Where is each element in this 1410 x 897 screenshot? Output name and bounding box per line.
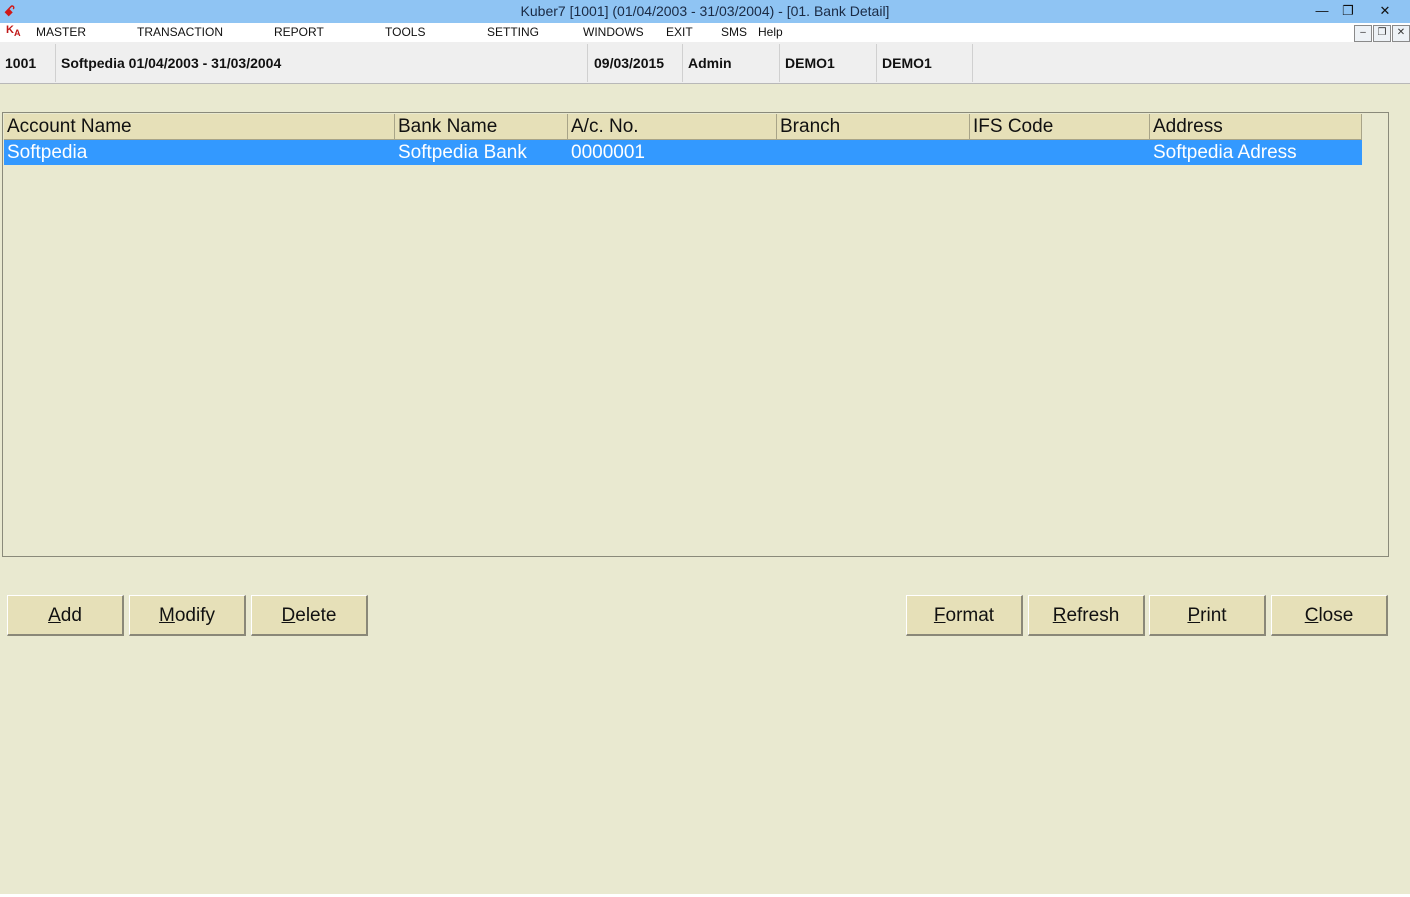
- modify-button-accel: M: [159, 605, 175, 626]
- add-button-label: dd: [60, 605, 82, 626]
- cell-branch: [777, 140, 970, 165]
- add-button-accel: A: [48, 605, 61, 626]
- bank-detail-grid[interactable]: Account Name Bank Name A/c. No. Branch I…: [2, 112, 1389, 557]
- grid-header: Account Name Bank Name A/c. No. Branch I…: [4, 114, 1362, 140]
- delete-button-accel: D: [281, 605, 296, 626]
- column-bank-name[interactable]: Bank Name: [395, 114, 568, 139]
- column-ac-no[interactable]: A/c. No.: [568, 114, 777, 139]
- menu-bar: KA MASTER TRANSACTION REPORT TOOLS SETTI…: [0, 23, 1410, 42]
- column-address[interactable]: Address: [1150, 114, 1362, 139]
- database-name-2: DEMO1: [877, 44, 973, 82]
- close-icon[interactable]: ✕: [1368, 0, 1402, 22]
- company-period: Softpedia 01/04/2003 - 31/03/2004: [56, 44, 588, 82]
- column-account-name[interactable]: Account Name: [4, 114, 395, 139]
- info-bar: 1001 Softpedia 01/04/2003 - 31/03/2004 0…: [0, 42, 1410, 84]
- refresh-button[interactable]: Refresh: [1028, 595, 1145, 636]
- user-name: Admin: [683, 44, 780, 82]
- cell-ifs-code: [970, 140, 1150, 165]
- menu-tools[interactable]: TOOLS: [385, 25, 425, 39]
- delete-button[interactable]: Delete: [251, 595, 368, 636]
- delete-button-label: elete: [295, 605, 337, 626]
- format-button-accel: F: [933, 605, 946, 626]
- menu-master[interactable]: MASTER: [36, 25, 86, 39]
- menu-transaction[interactable]: TRANSACTION: [137, 25, 223, 39]
- table-row[interactable]: Softpedia Softpedia Bank 0000001 Softped…: [4, 140, 1362, 165]
- print-button-label: rint: [1200, 605, 1227, 626]
- close-button[interactable]: Close: [1271, 595, 1388, 636]
- menu-exit[interactable]: EXIT: [666, 25, 693, 39]
- mdi-restore-icon[interactable]: ❐: [1373, 25, 1391, 42]
- print-button[interactable]: Print: [1149, 595, 1266, 636]
- restore-icon[interactable]: ❐: [1331, 0, 1365, 22]
- refresh-button-accel: R: [1052, 605, 1067, 626]
- column-ifs-code[interactable]: IFS Code: [970, 114, 1150, 139]
- close-button-label: lose: [1318, 605, 1354, 626]
- mdi-close-icon[interactable]: ✕: [1392, 25, 1410, 42]
- cell-account-name: Softpedia: [7, 142, 88, 163]
- cell-address: Softpedia Adress: [1153, 142, 1297, 163]
- working-date: 09/03/2015: [589, 44, 683, 82]
- menu-report[interactable]: REPORT: [274, 25, 324, 39]
- menu-setting[interactable]: SETTING: [487, 25, 539, 39]
- cell-ac-no: 0000001: [571, 142, 645, 163]
- modify-button[interactable]: Modify: [129, 595, 246, 636]
- print-button-accel: P: [1187, 605, 1201, 626]
- column-branch[interactable]: Branch: [777, 114, 970, 139]
- close-button-accel: C: [1304, 605, 1319, 626]
- title-bar: ꗃ Kuber7 [1001] (01/04/2003 - 31/03/2004…: [0, 0, 1410, 23]
- modify-button-label: odify: [174, 605, 215, 626]
- mdi-minimize-icon[interactable]: –: [1354, 25, 1372, 42]
- menu-help[interactable]: Help: [758, 25, 783, 39]
- refresh-button-label: efresh: [1066, 605, 1120, 626]
- kuber-menu-icon[interactable]: KA: [6, 24, 21, 38]
- window-title: Kuber7 [1001] (01/04/2003 - 31/03/2004) …: [520, 3, 890, 19]
- add-button[interactable]: Add: [7, 595, 124, 636]
- menu-sms[interactable]: SMS: [721, 25, 747, 39]
- company-code: 1001: [0, 44, 56, 82]
- database-name: DEMO1: [780, 44, 877, 82]
- cell-bank-name: Softpedia Bank: [398, 142, 527, 163]
- format-button[interactable]: Format: [906, 595, 1023, 636]
- menu-windows[interactable]: WINDOWS: [583, 25, 644, 39]
- format-button-label: ormat: [945, 605, 995, 626]
